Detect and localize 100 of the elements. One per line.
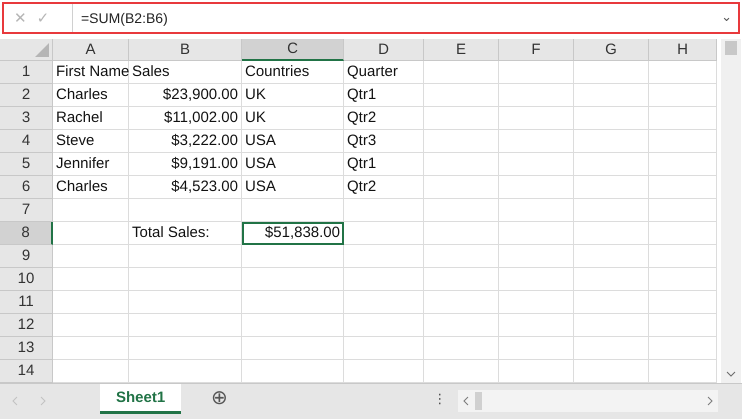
empty-cell[interactable] <box>649 176 717 199</box>
empty-cell[interactable] <box>499 176 574 199</box>
empty-cell[interactable] <box>649 290 717 314</box>
empty-cell[interactable] <box>129 290 242 314</box>
table-cell[interactable]: Charles <box>53 176 129 199</box>
empty-cell[interactable] <box>424 176 499 199</box>
column-header[interactable]: F <box>499 38 574 61</box>
scroll-down-icon[interactable] <box>726 370 736 377</box>
empty-cell[interactable] <box>424 60 499 84</box>
options-button[interactable]: ⋮ <box>433 392 446 407</box>
empty-cell[interactable] <box>574 314 649 337</box>
sheet-tab[interactable]: Sheet1 <box>100 384 182 414</box>
empty-cell[interactable] <box>574 176 649 199</box>
table-cell[interactable]: $11,002.00 <box>129 106 242 130</box>
empty-cell[interactable] <box>242 336 344 360</box>
column-header[interactable]: D <box>344 38 424 61</box>
empty-cell[interactable] <box>574 152 649 176</box>
row-header[interactable]: 2 <box>0 84 53 107</box>
row-header[interactable]: 6 <box>0 176 53 199</box>
table-cell[interactable]: Qtr2 <box>344 176 424 199</box>
empty-cell[interactable] <box>129 314 242 337</box>
empty-cell[interactable] <box>574 106 649 130</box>
empty-cell[interactable] <box>344 222 424 245</box>
empty-cell[interactable] <box>499 314 574 337</box>
empty-cell[interactable] <box>574 336 649 360</box>
table-cell[interactable]: $9,191.00 <box>129 152 242 176</box>
empty-cell[interactable] <box>242 198 344 222</box>
table-cell[interactable]: Qtr2 <box>344 106 424 130</box>
table-cell[interactable]: USA <box>242 130 344 153</box>
empty-cell[interactable] <box>499 336 574 360</box>
scroll-thumb[interactable] <box>725 40 737 55</box>
expand-button[interactable]: ⌄ <box>721 10 738 26</box>
row-header[interactable]: 4 <box>0 130 53 153</box>
row-header[interactable]: 12 <box>0 314 53 337</box>
row-header[interactable]: 1 <box>0 60 53 84</box>
table-cell[interactable]: $23,900.00 <box>129 84 242 107</box>
select-all-corner[interactable] <box>0 38 53 61</box>
empty-cell[interactable] <box>574 268 649 291</box>
empty-cell[interactable] <box>574 60 649 84</box>
empty-cell[interactable] <box>649 268 717 291</box>
table-cell[interactable]: Qtr1 <box>344 84 424 107</box>
table-cell[interactable]: USA <box>242 176 344 199</box>
empty-cell[interactable] <box>574 84 649 107</box>
empty-cell[interactable] <box>424 290 499 314</box>
empty-cell[interactable] <box>499 290 574 314</box>
formula-input[interactable]: =SUM(B2:B6) <box>73 10 722 26</box>
empty-cell[interactable] <box>344 244 424 268</box>
column-header[interactable]: C <box>242 38 344 61</box>
row-header[interactable]: 7 <box>0 198 53 222</box>
empty-cell[interactable] <box>649 130 717 153</box>
empty-cell[interactable] <box>344 198 424 222</box>
empty-cell[interactable] <box>649 84 717 107</box>
next-sheet-icon[interactable] <box>40 396 46 406</box>
table-cell[interactable]: $4,523.00 <box>129 176 242 199</box>
empty-cell[interactable] <box>242 268 344 291</box>
column-header[interactable]: H <box>649 38 717 61</box>
empty-cell[interactable] <box>499 198 574 222</box>
empty-cell[interactable] <box>499 152 574 176</box>
table-cell[interactable]: Rachel <box>53 106 129 130</box>
empty-cell[interactable] <box>649 222 717 245</box>
row-header[interactable]: 8 <box>0 222 53 245</box>
empty-cell[interactable] <box>574 290 649 314</box>
empty-cell[interactable] <box>649 314 717 337</box>
row-header[interactable]: 10 <box>0 268 53 291</box>
empty-cell[interactable] <box>424 130 499 153</box>
empty-cell[interactable] <box>499 84 574 107</box>
empty-cell[interactable] <box>242 244 344 268</box>
empty-cell[interactable] <box>424 198 499 222</box>
table-cell[interactable]: USA <box>242 152 344 176</box>
vertical-scrollbar[interactable] <box>721 38 741 383</box>
empty-cell[interactable] <box>129 336 242 360</box>
empty-cell[interactable] <box>344 268 424 291</box>
empty-cell[interactable] <box>242 314 344 337</box>
empty-cell[interactable] <box>499 244 574 268</box>
table-cell[interactable]: UK <box>242 106 344 130</box>
empty-cell[interactable] <box>129 268 242 291</box>
table-cell[interactable]: Qtr3 <box>344 130 424 153</box>
row-header[interactable]: 11 <box>0 290 53 314</box>
scroll-thumb[interactable] <box>475 392 482 410</box>
table-cell[interactable]: Jennifer <box>53 152 129 176</box>
empty-cell[interactable] <box>424 222 499 245</box>
row-header[interactable]: 5 <box>0 152 53 176</box>
horizontal-scrollbar[interactable] <box>458 390 718 412</box>
column-header[interactable]: A <box>53 38 129 61</box>
empty-cell[interactable] <box>129 244 242 268</box>
empty-cell[interactable] <box>499 222 574 245</box>
column-header[interactable]: B <box>129 38 242 61</box>
table-cell[interactable]: $3,222.00 <box>129 130 242 153</box>
row-header[interactable]: 14 <box>0 360 53 383</box>
column-header[interactable]: E <box>424 38 499 61</box>
empty-cell[interactable] <box>649 60 717 84</box>
add-sheet-button[interactable]: ⊕ <box>211 388 228 408</box>
row-header[interactable]: 3 <box>0 106 53 130</box>
table-cell[interactable]: UK <box>242 84 344 107</box>
table-cell[interactable]: First Name <box>53 60 129 84</box>
column-header[interactable]: G <box>574 38 649 61</box>
empty-cell[interactable] <box>649 244 717 268</box>
scroll-left-icon[interactable] <box>463 396 470 406</box>
empty-cell[interactable] <box>649 198 717 222</box>
empty-cell[interactable] <box>344 336 424 360</box>
